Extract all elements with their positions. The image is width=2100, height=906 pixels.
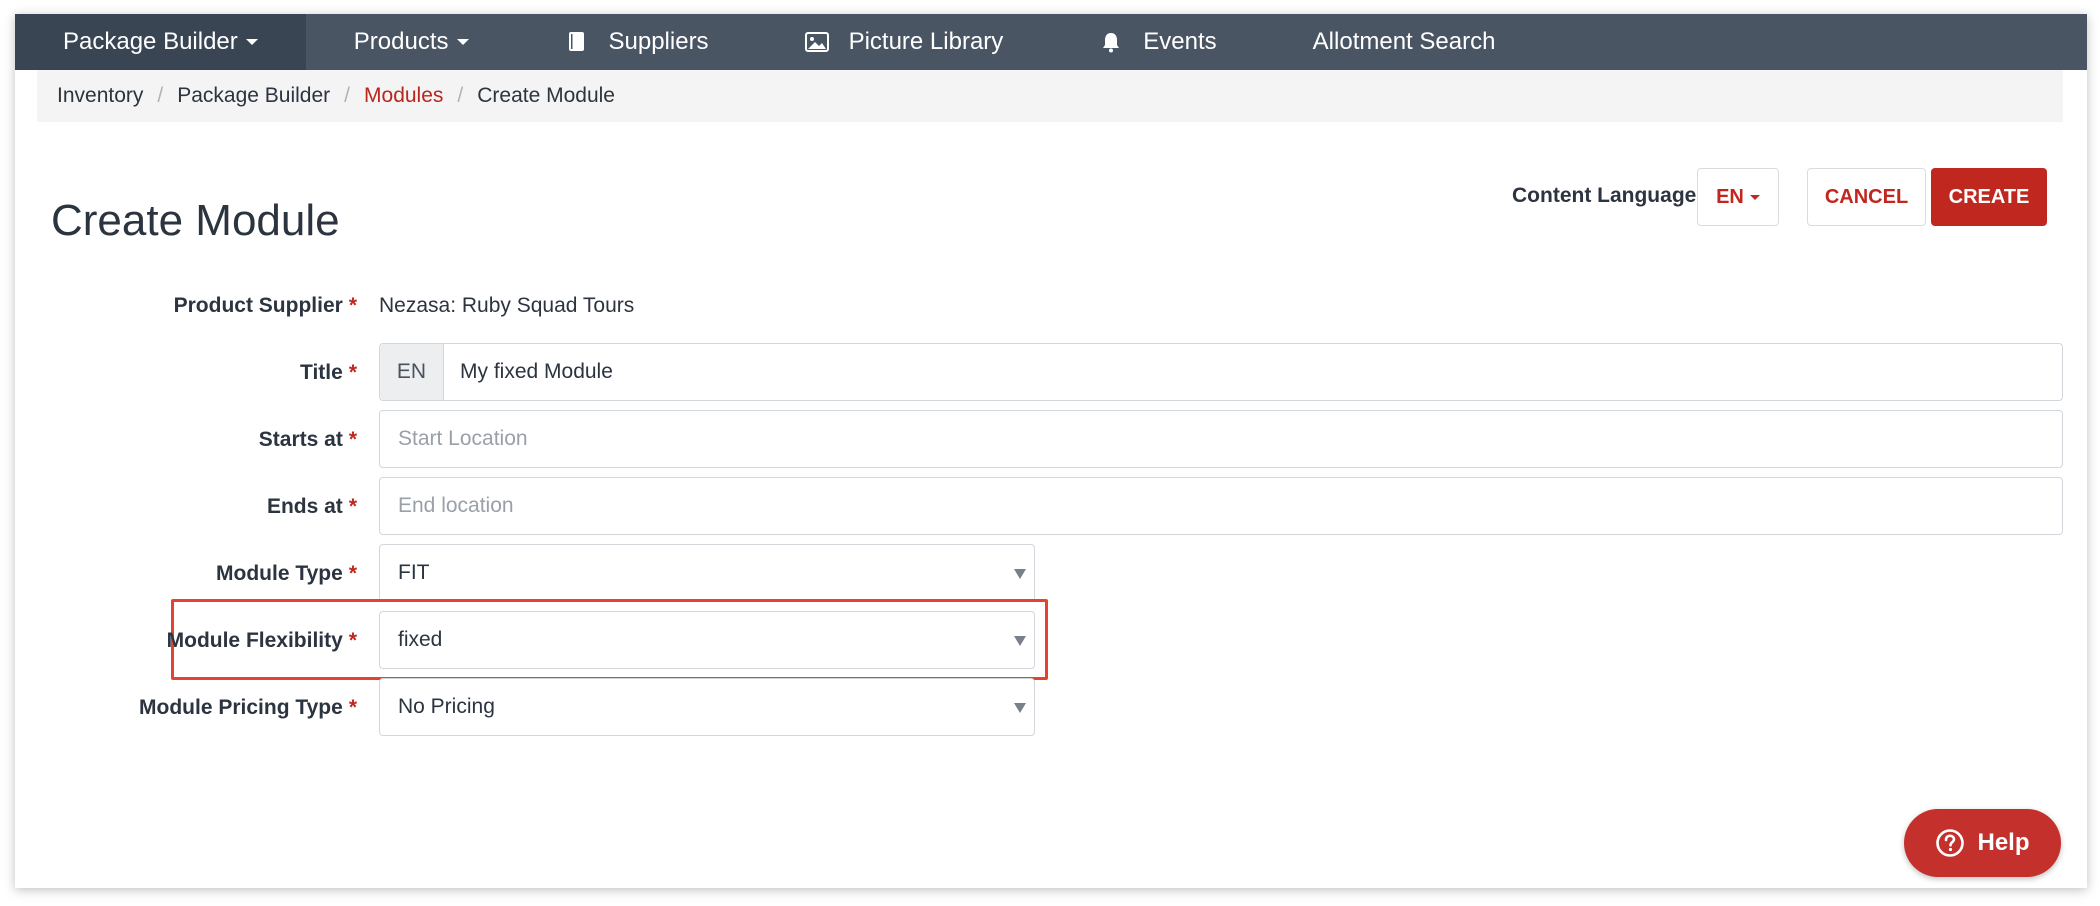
- required-marker: *: [348, 361, 357, 384]
- module-flexibility-value: fixed: [398, 628, 443, 651]
- nav-events[interactable]: Events: [1051, 14, 1264, 70]
- module-type-label: Module Type *: [216, 562, 357, 586]
- content-language-label: Content Language: [1512, 184, 1697, 207]
- module-type-value: FIT: [398, 561, 430, 584]
- page-title: Create Module: [51, 196, 340, 245]
- module-flexibility-select[interactable]: fixed: [379, 611, 1035, 669]
- ends-at-placeholder: End location: [398, 494, 514, 517]
- required-marker: *: [348, 495, 357, 518]
- title-field[interactable]: EN My fixed Module: [379, 343, 2063, 401]
- module-pricing-type-label: Module Pricing Type *: [139, 696, 357, 720]
- nav-picture-library[interactable]: Picture Library: [757, 14, 1052, 70]
- breadcrumb-separator: /: [344, 84, 351, 107]
- nav-events-label: Events: [1143, 28, 1217, 55]
- nav-products[interactable]: Products: [306, 14, 517, 70]
- nav-suppliers-label: Suppliers: [608, 28, 709, 55]
- product-supplier-value: Nezasa: Ruby Squad Tours: [379, 294, 635, 317]
- module-pricing-type-value: No Pricing: [398, 695, 495, 718]
- required-marker: *: [348, 629, 357, 652]
- breadcrumb-separator: /: [457, 84, 464, 107]
- app-window: Package Builder Products Suppliers Pictu…: [15, 14, 2087, 888]
- top-navigation: Package Builder Products Suppliers Pictu…: [15, 14, 2087, 70]
- module-flexibility-label-text: Module Flexibility: [166, 629, 343, 652]
- nav-picture-library-label: Picture Library: [848, 28, 1004, 55]
- bell-icon: [1099, 30, 1123, 54]
- breadcrumb-separator: /: [157, 84, 164, 107]
- breadcrumb-create-module: Create Module: [477, 84, 615, 107]
- product-supplier-label-text: Product Supplier: [173, 294, 343, 317]
- breadcrumb-package-builder[interactable]: Package Builder: [177, 84, 330, 108]
- ends-at-input[interactable]: End location: [379, 477, 2063, 535]
- title-input-value[interactable]: My fixed Module: [444, 360, 613, 384]
- starts-at-input[interactable]: Start Location: [379, 410, 2063, 468]
- starts-at-label: Starts at *: [259, 428, 357, 452]
- dropdown-arrow-icon: [1014, 636, 1026, 646]
- breadcrumb-inventory[interactable]: Inventory: [57, 84, 143, 108]
- required-marker: *: [348, 294, 357, 317]
- help-label: Help: [1977, 829, 2030, 856]
- title-label: Title *: [300, 361, 357, 385]
- help-button[interactable]: Help: [1904, 809, 2061, 877]
- title-language-addon: EN: [380, 344, 444, 400]
- required-marker: *: [348, 562, 357, 585]
- nav-products-label: Products: [353, 28, 449, 55]
- required-marker: *: [348, 696, 357, 719]
- dropdown-arrow-icon: [1014, 569, 1026, 579]
- module-pricing-type-label-text: Module Pricing Type: [139, 696, 343, 719]
- breadcrumb: Inventory / Package Builder / Modules / …: [37, 70, 2063, 122]
- required-marker: *: [348, 428, 357, 451]
- picture-icon: [804, 30, 829, 54]
- dropdown-arrow-icon: [1014, 703, 1026, 713]
- cancel-button[interactable]: CANCEL: [1807, 168, 1926, 226]
- ends-at-label: Ends at *: [267, 495, 357, 519]
- nav-allotment-search[interactable]: Allotment Search: [1265, 14, 1544, 70]
- caret-down-icon: [456, 39, 469, 45]
- starts-at-label-text: Starts at: [258, 428, 343, 451]
- module-pricing-type-select[interactable]: No Pricing: [379, 678, 1035, 736]
- nav-allotment-search-label: Allotment Search: [1312, 28, 1496, 55]
- content-language-dropdown[interactable]: EN: [1697, 168, 1779, 226]
- create-button[interactable]: CREATE: [1931, 168, 2047, 226]
- question-circle-icon: [1936, 829, 1965, 857]
- nav-package-builder[interactable]: Package Builder: [15, 14, 306, 70]
- nav-suppliers[interactable]: Suppliers: [517, 14, 757, 70]
- caret-down-icon: [1749, 194, 1760, 200]
- content-language-value: EN: [1716, 185, 1744, 208]
- starts-at-placeholder: Start Location: [398, 427, 528, 450]
- breadcrumb-modules[interactable]: Modules: [364, 84, 443, 108]
- title-label-text: Title: [300, 361, 343, 384]
- caret-down-icon: [245, 39, 258, 45]
- module-flexibility-label: Module Flexibility *: [167, 629, 357, 653]
- module-type-select[interactable]: FIT: [379, 544, 1035, 602]
- ends-at-label-text: Ends at: [266, 495, 343, 518]
- module-type-label-text: Module Type: [216, 562, 343, 585]
- book-icon: [565, 30, 589, 54]
- nav-package-builder-label: Package Builder: [63, 28, 238, 55]
- product-supplier-label: Product Supplier *: [174, 294, 357, 318]
